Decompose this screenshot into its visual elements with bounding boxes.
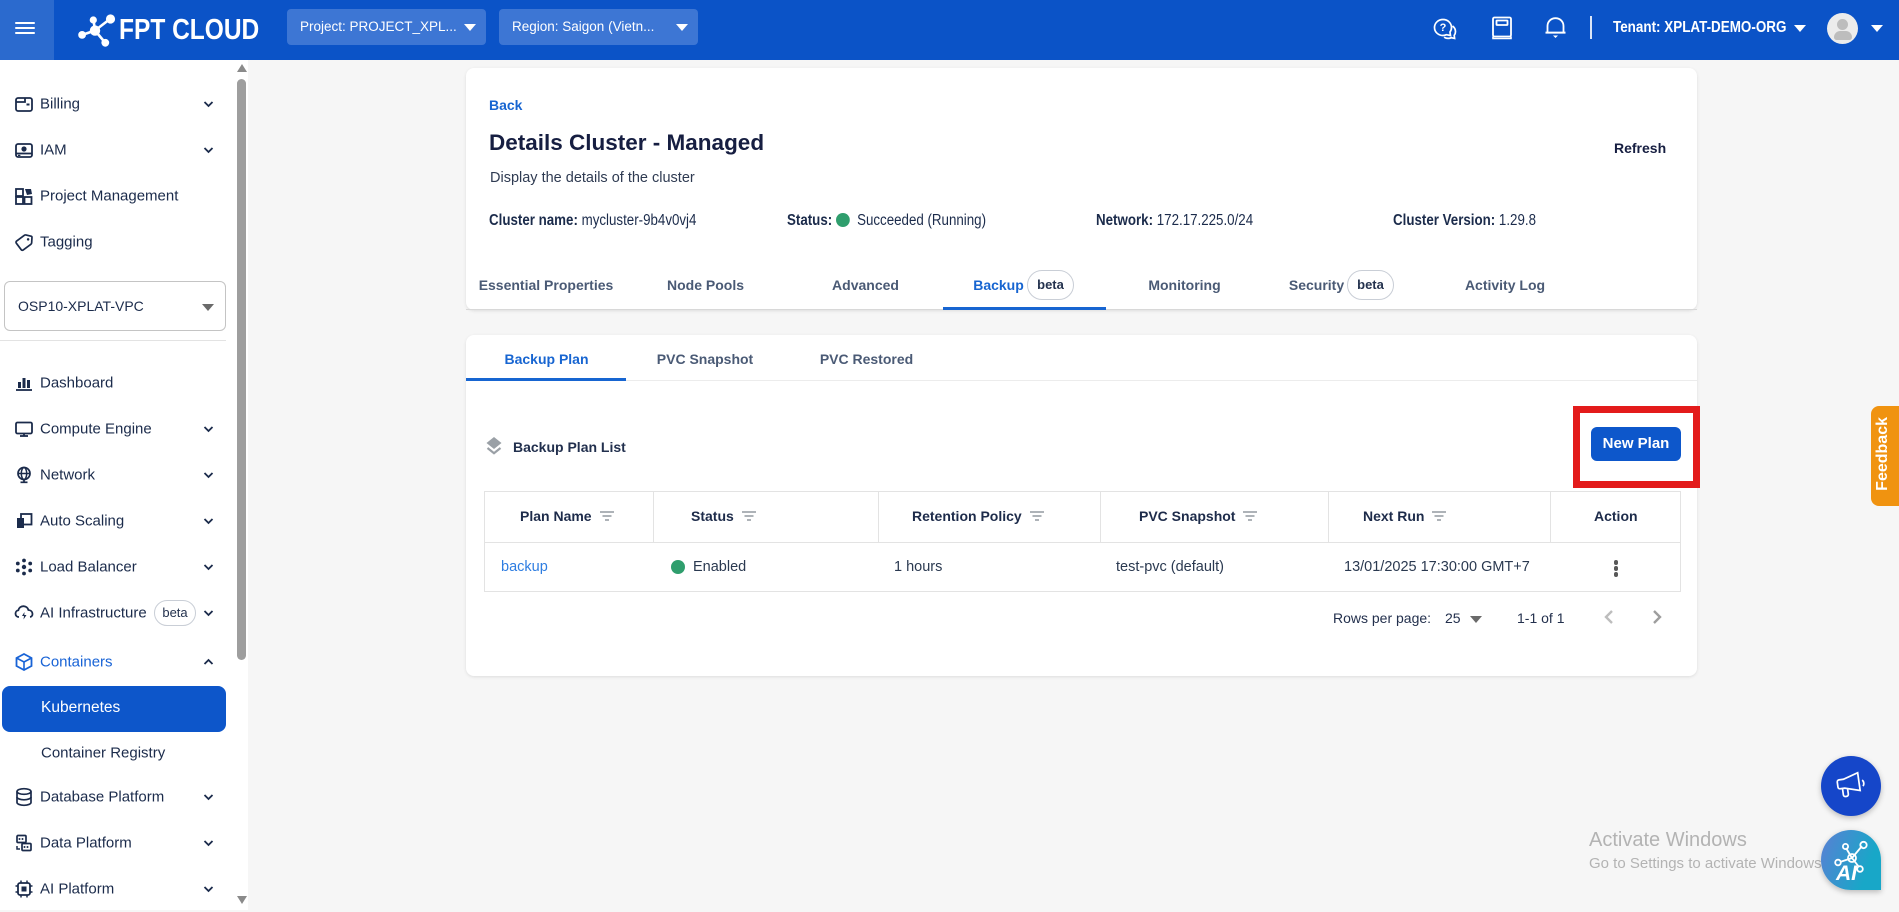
svg-text:AI: AI — [1835, 862, 1858, 882]
svg-text:?: ? — [1440, 22, 1447, 34]
